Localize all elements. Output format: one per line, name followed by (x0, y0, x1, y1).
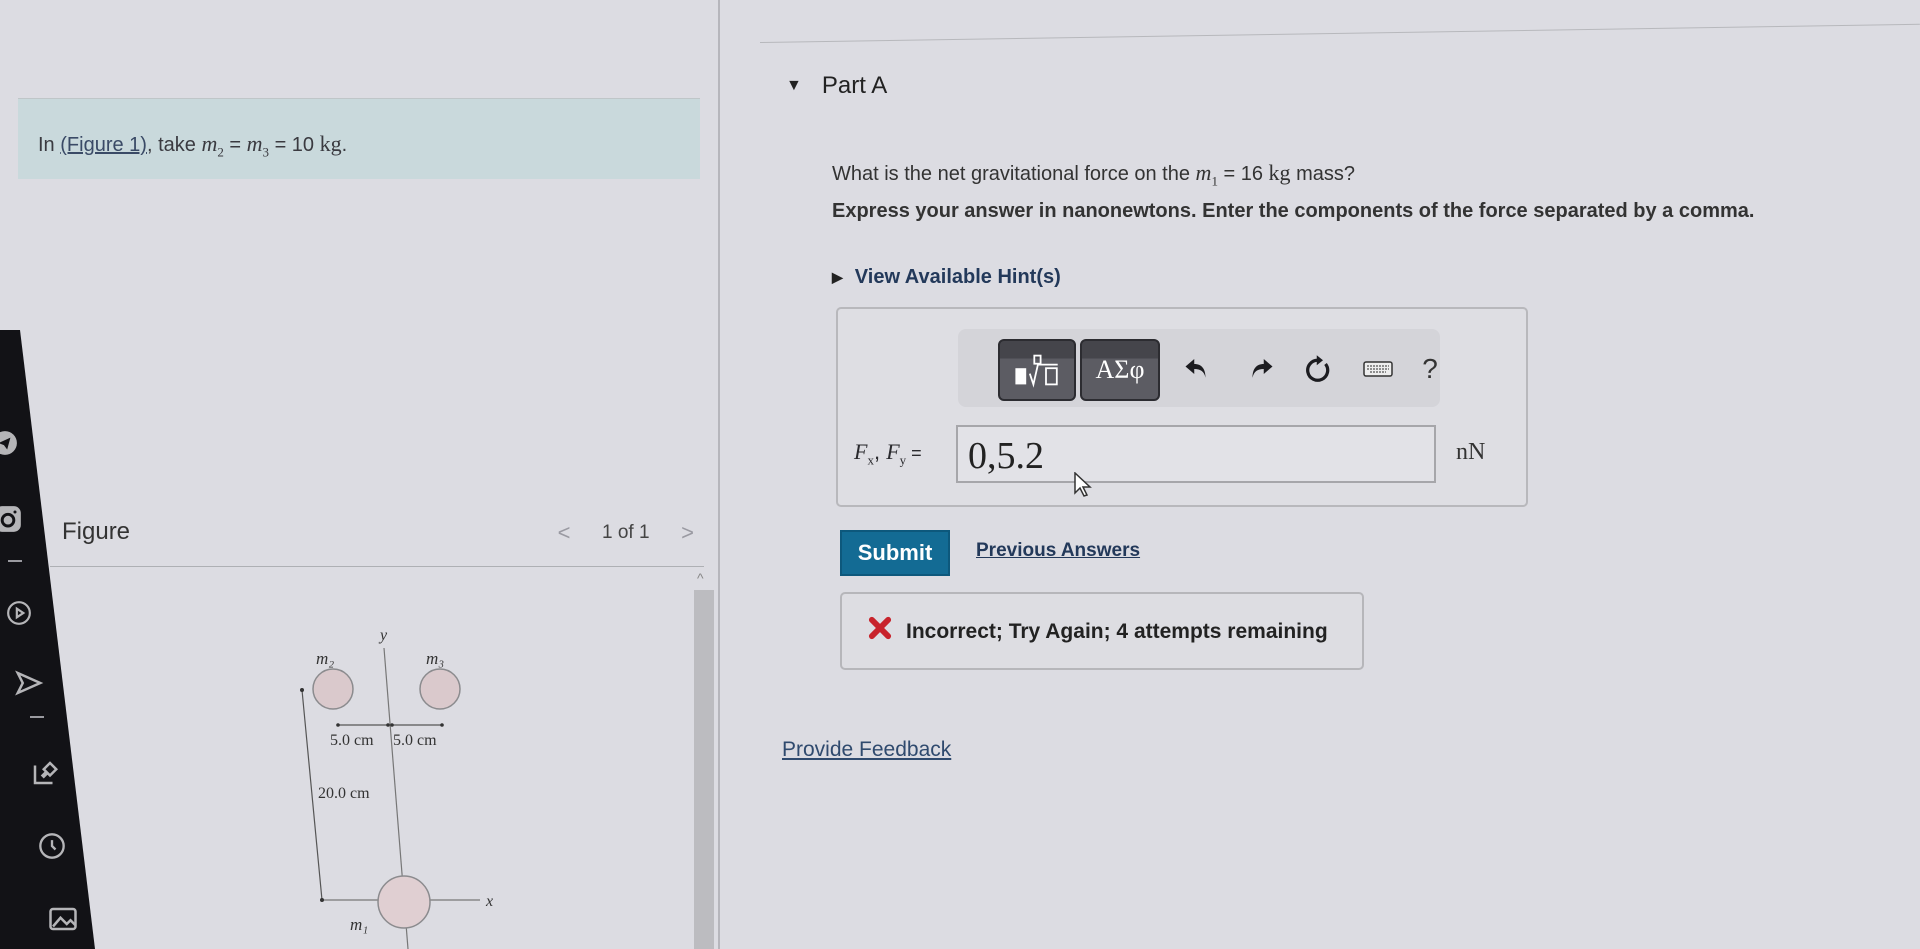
answer-label: Fx, Fy = (854, 439, 922, 468)
mouse-cursor-icon (1074, 472, 1092, 497)
m2-symbol: m2 (201, 131, 224, 160)
intro-text: In (Figure 1), take m2 = m3 = 10 kg. (38, 131, 347, 160)
intro-prefix: In (38, 134, 61, 156)
previous-answers-link[interactable]: Previous Answers (976, 540, 1140, 562)
hint-label: View Available Hint(s) (854, 266, 1061, 288)
math-toolbar: ΑΣφ ? (958, 329, 1440, 407)
pane-divider[interactable] (718, 0, 720, 949)
figure-header: Figure < 1 of 1 > (62, 512, 702, 552)
m1-symbol: m1 (1195, 160, 1218, 189)
mass-m3 (419, 668, 461, 710)
symbols-button[interactable]: ΑΣφ (1080, 339, 1160, 401)
figure-divider (50, 566, 704, 567)
part-title: Part A (821, 72, 888, 99)
telegram-icon[interactable] (0, 430, 18, 456)
pin-edit-icon[interactable] (30, 758, 60, 788)
templates-icon (1015, 354, 1058, 388)
keyboard-icon[interactable] (1360, 351, 1396, 387)
question-text: What is the net gravitational force on t… (832, 160, 1356, 189)
intro-suffix: . (341, 134, 348, 156)
problem-intro: In (Figure 1), take m2 = m3 = 10 kg. (18, 98, 700, 179)
figure-page-count: 1 of 1 (602, 522, 650, 543)
intro-eq: = (223, 134, 247, 156)
y-axis-label: y (378, 627, 388, 644)
collapse-caret-icon: ▼ (786, 77, 802, 94)
gallery-icon[interactable] (48, 904, 78, 934)
view-hints-link[interactable]: ▶ View Available Hint(s) (832, 266, 1061, 289)
intro-middle: , take (146, 134, 202, 156)
left-distance-label: 5.0 cm (330, 732, 374, 749)
answer-unit: nN (1456, 439, 1486, 465)
side-divider (8, 560, 22, 562)
intro-value: = 10 (269, 134, 320, 156)
figure-diagram: y x m₂ m₃ m₁ 5.0 cm 5.0 cm 20.0 cm (300, 627, 493, 949)
templates-button[interactable] (998, 339, 1076, 401)
feedback-message: Incorrect; Try Again; 4 attempts remaini… (840, 592, 1364, 670)
symbols-label: ΑΣφ (1095, 355, 1145, 384)
figure-scrollbar[interactable] (694, 590, 714, 949)
vertical-distance-label: 20.0 cm (318, 785, 370, 802)
scroll-up-icon[interactable]: ^ (697, 570, 704, 586)
m3-label: m₃ (426, 649, 444, 668)
answer-box: ΑΣφ ? Fx, Fy = 0,5.2 nN (836, 307, 1528, 507)
play-icon[interactable] (6, 600, 32, 626)
right-distance-label: 5.0 cm (393, 732, 437, 749)
m1-label: m₁ (350, 915, 368, 934)
m2-label: m₂ (316, 649, 334, 668)
next-figure-button[interactable]: > (676, 520, 700, 546)
help-icon[interactable]: ? (1412, 351, 1448, 387)
redo-icon[interactable] (1242, 351, 1278, 387)
mass-m1 (377, 875, 431, 929)
instagram-icon[interactable] (0, 505, 22, 533)
provide-feedback-link[interactable]: Provide Feedback (782, 738, 951, 762)
expand-caret-icon: ▶ (832, 269, 843, 285)
x-axis-label: x (485, 893, 493, 910)
answer-input[interactable]: 0,5.2 (956, 425, 1436, 483)
send-icon[interactable] (14, 668, 44, 698)
feedback-status: Incorrect; Try Again; 4 attempts remaini… (906, 620, 1328, 643)
part-a-header[interactable]: ▼ Part A (786, 72, 887, 100)
figure-link[interactable]: (Figure 1) (60, 134, 147, 156)
clock-icon[interactable] (38, 832, 66, 860)
undo-icon[interactable] (1180, 351, 1216, 387)
reset-icon[interactable] (1300, 351, 1336, 387)
figure-title: Figure (62, 518, 131, 545)
submit-button[interactable]: Submit (840, 530, 950, 576)
intro-unit: kg (319, 131, 342, 156)
top-divider (759, 23, 1920, 43)
prev-figure-button[interactable]: < (552, 520, 576, 546)
mass-m2 (312, 668, 354, 710)
answer-instruction: Express your answer in nanonewtons. Ente… (832, 200, 1755, 222)
figure-pager: < 1 of 1 > (552, 520, 700, 546)
m3-symbol: m3 (246, 131, 270, 160)
incorrect-x-icon (868, 616, 892, 640)
side-divider (30, 716, 44, 718)
